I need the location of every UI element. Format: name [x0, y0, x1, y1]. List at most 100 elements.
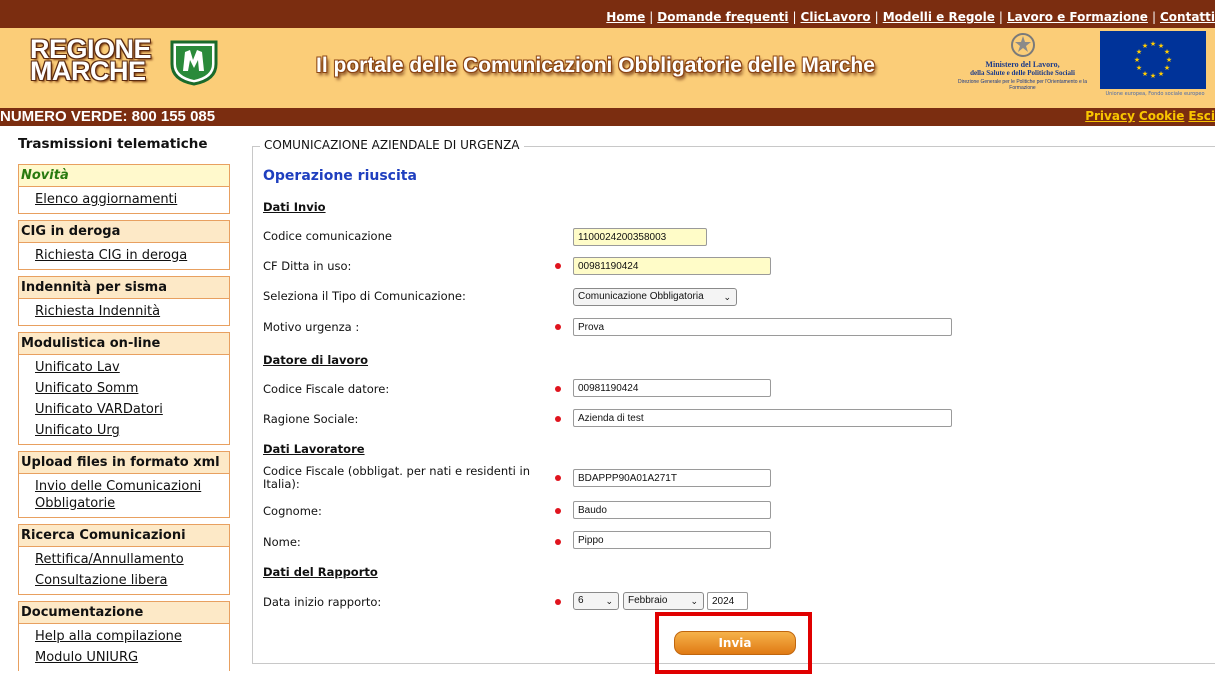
regione-emblem-icon [170, 40, 218, 86]
nav-faq-link[interactable]: Domande frequenti [657, 10, 788, 24]
svg-text:★: ★ [1150, 40, 1156, 48]
urgent-communication-fieldset [252, 146, 1215, 664]
fieldset-legend: COMUNICAZIONE AZIENDALE DI URGENZA [260, 138, 524, 152]
giorno-value: 6 [578, 595, 584, 606]
sidebar-section-ricerca: Ricerca Comunicazioni Rettifica/Annullam… [18, 524, 230, 595]
sidebar-head-cig: CIG in deroga [18, 220, 230, 243]
sidebar-title: Trasmissioni telematiche [18, 136, 208, 152]
cognome-label: Cognome: [263, 504, 322, 518]
anno-field[interactable]: 2024 [707, 592, 748, 610]
chevron-down-icon: ⌄ [605, 596, 613, 606]
svg-text:★: ★ [1136, 64, 1142, 72]
utility-links: Privacy Cookie Esci [1081, 109, 1215, 123]
required-marker [555, 539, 561, 545]
section-dati-rapporto: Dati del Rapporto [263, 565, 378, 579]
svg-text:★: ★ [1158, 70, 1164, 78]
sidebar-head-sisma: Indennità per sisma [18, 276, 230, 299]
success-message: Operazione riuscita [263, 168, 417, 184]
nav-home-link[interactable]: Home [606, 10, 645, 24]
motivo-urgenza-label: Motivo urgenza : [263, 320, 360, 334]
nome-field[interactable]: Pippo [573, 531, 771, 549]
cookie-link[interactable]: Cookie [1139, 109, 1185, 123]
sidebar: Trasmissioni telematiche Novità Elenco a… [18, 126, 230, 671]
italian-republic-emblem-icon [1010, 33, 1035, 57]
sidebar-section-novita: Novità Elenco aggiornamenti [18, 164, 230, 214]
sidebar-section-cig: CIG in deroga Richiesta CIG in deroga [18, 220, 230, 270]
eu-caption: Unione europea, Fondo sociale europeo [1105, 91, 1205, 97]
cf-lavoratore-field[interactable]: BDAPPP90A01A271T [573, 469, 771, 487]
invia-button[interactable]: Invia [674, 631, 796, 655]
nav-contatti-link[interactable]: Contatti [1160, 10, 1215, 24]
eu-logo: ★ ★ ★ ★ ★ ★ ★ ★ ★ ★ ★ ★ Unione europea, Fondo soc… [1100, 31, 1210, 105]
mese-select[interactable]: Febbraio ⌄ [623, 592, 704, 610]
tipo-comunicazione-label: Seleziona il Tipo di Comunicazione: [263, 289, 466, 303]
portal-title: Il portale delle Comunicazioni Obbligato… [316, 54, 875, 77]
cognome-field[interactable]: Baudo [573, 501, 771, 519]
info-bar: NUMERO VERDE: 800 155 085 Privacy Cookie E… [0, 108, 1215, 126]
sidebar-section-sisma: Indennità per sisma Richiesta Indennità [18, 276, 230, 326]
codice-comunicazione-label: Codice comunicazione [263, 229, 392, 243]
chevron-down-icon: ⌄ [690, 596, 698, 606]
logo-line2: MARCHE [30, 56, 146, 86]
sidebar-item-unificato-vardatori[interactable]: Unificato VARDatori [35, 399, 229, 420]
sidebar-item-richiesta-cig[interactable]: Richiesta CIG in deroga [35, 245, 229, 266]
ministero-line1: Ministero del Lavoro, [985, 60, 1060, 69]
required-marker [555, 475, 561, 481]
required-marker [555, 508, 561, 514]
svg-text:★: ★ [1164, 64, 1170, 72]
sidebar-section-upload: Upload files in formato xml Invio delle … [18, 451, 230, 518]
required-marker [555, 416, 561, 422]
codice-comunicazione-field[interactable]: 1100024200358003 [573, 228, 707, 246]
ragione-sociale-field[interactable]: Azienda di test [573, 409, 952, 427]
top-nav-links: Home | Domande frequenti | ClicLavoro | Modell… [606, 10, 1215, 24]
sidebar-section-modulistica: Modulistica on-line Unificato Lav Unific… [18, 332, 230, 445]
cf-ditta-label: CF Ditta in uso: [263, 259, 352, 273]
sidebar-head-upload: Upload files in formato xml [18, 451, 230, 474]
required-marker [555, 324, 561, 330]
sidebar-item-invio-comunicazioni[interactable]: Invio delle Comunicazioni Obbligatorie [35, 476, 229, 514]
ministero-line3: Direzione Generale per le Politiche per … [957, 79, 1088, 91]
sidebar-head-modulistica: Modulistica on-line [18, 332, 230, 355]
svg-text:★: ★ [1142, 42, 1148, 50]
sidebar-item-elenco-aggiornamenti[interactable]: Elenco aggiornamenti [35, 189, 229, 210]
svg-text:★: ★ [1164, 48, 1170, 56]
required-marker [555, 599, 561, 605]
eu-flag-icon: ★ ★ ★ ★ ★ ★ ★ ★ ★ ★ ★ ★ [1100, 31, 1206, 89]
sidebar-item-unificato-urg[interactable]: Unificato Urg [35, 420, 229, 441]
ragione-sociale-label: Ragione Sociale: [263, 412, 359, 426]
giorno-select[interactable]: 6 ⌄ [573, 592, 619, 610]
cf-datore-field[interactable]: 00981190424 [573, 379, 771, 397]
sidebar-item-modulo-uniurg[interactable]: Modulo UNIURG [35, 647, 229, 668]
sidebar-item-richiesta-indennita[interactable]: Richiesta Indennità [35, 301, 229, 322]
esci-link[interactable]: Esci [1188, 109, 1215, 123]
regione-marche-logo[interactable]: REGIONE MARCHE [30, 36, 218, 86]
section-dati-lavoratore: Dati Lavoratore [263, 442, 365, 456]
required-marker [555, 263, 561, 269]
site-header: REGIONE MARCHE Il portale delle Comunica… [0, 28, 1215, 108]
nav-lavoro-formazione-link[interactable]: Lavoro e Formazione [1007, 10, 1148, 24]
svg-text:★: ★ [1134, 56, 1140, 64]
svg-text:★: ★ [1142, 70, 1148, 78]
cf-lavoratore-label: Codice Fiscale (obbligat. per nati e res… [263, 464, 530, 491]
sidebar-item-help[interactable]: Help alla compilazione [35, 626, 229, 647]
motivo-urgenza-field[interactable]: Prova [573, 318, 952, 336]
nav-modelli-link[interactable]: Modelli e Regole [883, 10, 995, 24]
sidebar-item-consultazione[interactable]: Consultazione libera [35, 570, 229, 591]
sidebar-item-unificato-lav[interactable]: Unificato Lav [35, 357, 229, 378]
nav-cliclavoro-link[interactable]: ClicLavoro [801, 10, 871, 24]
cf-ditta-field[interactable]: 00981190424 [573, 257, 771, 275]
section-dati-invio: Dati Invio [263, 200, 326, 214]
data-inizio-label: Data inizio rapporto: [263, 595, 382, 609]
ministero-logo: Ministero del Lavoro, della Salute e del… [955, 32, 1090, 98]
sidebar-item-rettifica[interactable]: Rettifica/Annullamento [35, 549, 229, 570]
mese-value: Febbraio [628, 595, 668, 606]
tipo-comunicazione-select[interactable]: Comunicazione Obbligatoria ⌄ [573, 288, 737, 306]
nome-label: Nome: [263, 535, 301, 549]
svg-text:★: ★ [1166, 56, 1172, 64]
sidebar-item-unificato-somm[interactable]: Unificato Somm [35, 378, 229, 399]
privacy-link[interactable]: Privacy [1085, 109, 1135, 123]
sidebar-section-documentazione: Documentazione Help alla compilazione Mo… [18, 601, 230, 671]
numero-verde: NUMERO VERDE: 800 155 085 [0, 108, 216, 125]
sidebar-head-novita: Novità [18, 164, 230, 187]
tipo-comunicazione-value: Comunicazione Obbligatoria [578, 291, 704, 302]
